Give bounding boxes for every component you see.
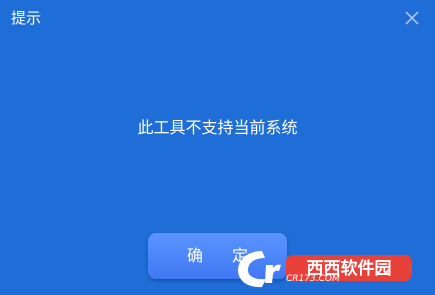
watermark-site: CR173.COM: [286, 274, 340, 284]
dialog-window: 提示 此工具不支持当前系统 确 定 西西软件园 CR173.COM: [0, 0, 435, 295]
dialog-message: 此工具不支持当前系统: [137, 118, 298, 137]
close-icon: [405, 11, 419, 25]
dialog-title: 提示: [11, 9, 42, 27]
close-button[interactable]: [403, 9, 421, 27]
